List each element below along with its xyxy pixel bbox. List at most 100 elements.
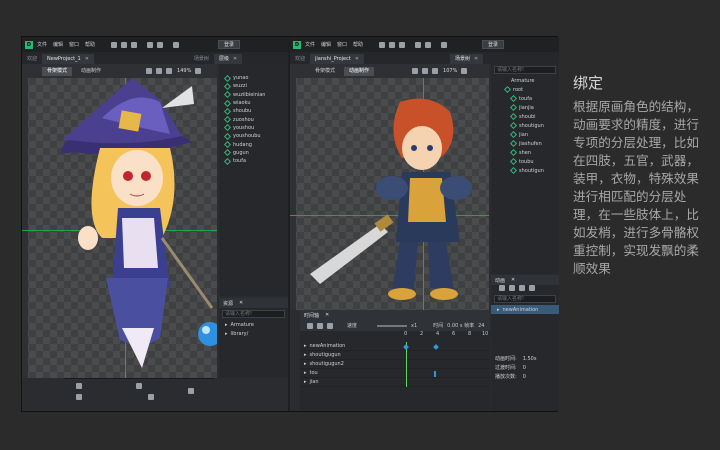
export-icon[interactable] bbox=[441, 41, 448, 48]
zoom-icon[interactable] bbox=[432, 68, 439, 74]
tree-item[interactable]: ▸ Armature bbox=[219, 320, 288, 329]
import-icon[interactable] bbox=[519, 285, 525, 291]
image-icon[interactable] bbox=[148, 394, 154, 400]
menu-edit[interactable]: 编辑 bbox=[53, 41, 63, 48]
search-input[interactable]: 请输入名称! bbox=[494, 295, 556, 303]
tab-welcome[interactable]: 欢迎 bbox=[290, 54, 310, 64]
menu-file[interactable]: 文件 bbox=[37, 41, 47, 48]
copy-icon[interactable] bbox=[509, 285, 515, 291]
property-value[interactable]: 0 bbox=[523, 365, 526, 371]
move-icon[interactable] bbox=[76, 383, 82, 389]
close-icon[interactable]: ✕ bbox=[511, 277, 515, 283]
save-icon[interactable] bbox=[131, 41, 138, 48]
fit-view-icon[interactable] bbox=[461, 68, 468, 74]
rotate-icon[interactable] bbox=[76, 394, 82, 400]
tab-newproject[interactable]: NewProject_1 ✕ bbox=[42, 54, 94, 64]
tab-scene-tree[interactable]: 场景树 ✕ bbox=[450, 54, 484, 64]
track-row[interactable]: ▸ jian bbox=[300, 378, 490, 387]
undo-icon[interactable] bbox=[147, 41, 154, 48]
expand-icon[interactable]: ▸ bbox=[304, 352, 307, 358]
fps-value[interactable]: 24 bbox=[478, 323, 484, 329]
tab-welcome[interactable]: 欢迎 bbox=[22, 54, 42, 64]
save-icon[interactable] bbox=[399, 41, 406, 48]
zoom-level[interactable]: 149% bbox=[177, 68, 191, 74]
track-row[interactable]: ▸ newAnimation bbox=[300, 342, 490, 351]
search-input[interactable]: 请输入名称! bbox=[222, 310, 285, 318]
track-row[interactable]: ▸ shoutigugun bbox=[300, 351, 490, 360]
zoom-level[interactable]: 107% bbox=[443, 68, 457, 74]
flag-icon[interactable] bbox=[136, 383, 142, 389]
expand-icon[interactable]: ▸ bbox=[304, 361, 307, 367]
menu-edit[interactable]: 编辑 bbox=[321, 41, 331, 48]
timeline-ruler[interactable]: 0 2 4 6 8 10 bbox=[300, 331, 490, 342]
tree-item[interactable]: shen bbox=[491, 148, 559, 157]
new-file-icon[interactable] bbox=[379, 41, 386, 48]
property-value[interactable]: 0 bbox=[523, 374, 526, 380]
next-frame-icon[interactable] bbox=[317, 322, 323, 329]
tree-item[interactable]: ▸ library/ bbox=[219, 329, 288, 338]
redo-icon[interactable] bbox=[157, 41, 164, 48]
list-item[interactable]: shoubu bbox=[219, 107, 288, 115]
list-item[interactable]: gugun bbox=[219, 149, 288, 157]
tree-item[interactable]: jian bbox=[491, 130, 559, 139]
keyframe-marker[interactable] bbox=[434, 371, 436, 377]
animate-mode-button[interactable]: 动画制作 bbox=[76, 67, 106, 76]
close-icon[interactable]: ✕ bbox=[239, 300, 243, 306]
close-icon[interactable]: ✕ bbox=[85, 56, 89, 62]
list-item[interactable]: wuzzi bbox=[219, 82, 288, 90]
tree-item[interactable]: shoubi bbox=[491, 112, 559, 121]
menu-file[interactable]: 文件 bbox=[305, 41, 315, 48]
cursor-icon[interactable] bbox=[146, 68, 153, 74]
list-item[interactable]: yunao bbox=[219, 74, 288, 82]
cursor-icon[interactable] bbox=[412, 68, 419, 74]
close-icon[interactable]: ✕ bbox=[325, 312, 329, 318]
expand-icon[interactable]: ▸ bbox=[304, 343, 307, 349]
hand-icon[interactable] bbox=[156, 68, 163, 74]
time-value[interactable]: 0.00 s 帧率 bbox=[447, 322, 474, 329]
expand-icon[interactable]: ▸ bbox=[304, 370, 307, 376]
undo-icon[interactable] bbox=[415, 41, 422, 48]
login-button[interactable]: 登录 bbox=[218, 40, 241, 49]
animation-item[interactable]: ▸ newAnimation bbox=[491, 305, 559, 314]
left-canvas[interactable] bbox=[22, 78, 217, 378]
tab-layers[interactable]: 层级 ✕ bbox=[213, 54, 243, 64]
tree-item[interactable]: toufa bbox=[491, 94, 559, 103]
tab-scene-tree[interactable]: 场景树 bbox=[189, 54, 214, 64]
list-item[interactable]: wuziibieinian bbox=[219, 91, 288, 99]
list-item[interactable]: toufa bbox=[219, 157, 288, 165]
delete-icon[interactable] bbox=[529, 285, 535, 291]
last-frame-icon[interactable] bbox=[327, 322, 333, 329]
tree-root[interactable]: Armature bbox=[491, 76, 559, 85]
tree-item[interactable]: root bbox=[491, 85, 559, 94]
expand-icon[interactable]: ▸ bbox=[304, 379, 307, 385]
login-button[interactable]: 登录 bbox=[482, 40, 505, 49]
animate-mode-button[interactable]: 动画制作 bbox=[344, 66, 375, 76]
list-item[interactable]: zuoshou bbox=[219, 115, 288, 124]
tree-item[interactable]: shoutigun bbox=[491, 166, 559, 175]
menu-help[interactable]: 帮助 bbox=[353, 41, 363, 48]
open-folder-icon[interactable] bbox=[389, 41, 396, 48]
open-folder-icon[interactable] bbox=[121, 41, 128, 48]
tab-jianshi-project[interactable]: jianshi_Project ✕ bbox=[310, 54, 364, 64]
list-item[interactable]: youshou bbox=[219, 124, 288, 132]
list-item[interactable]: hudang bbox=[219, 140, 288, 149]
export-icon[interactable] bbox=[173, 41, 180, 48]
close-icon[interactable]: ✕ bbox=[355, 56, 359, 62]
tree-item[interactable]: toubu bbox=[491, 157, 559, 166]
expand-icon[interactable]: ▸ bbox=[225, 322, 228, 328]
new-file-icon[interactable] bbox=[111, 41, 118, 48]
armature-mode-button[interactable]: 骨架模式 bbox=[310, 67, 340, 76]
add-icon[interactable] bbox=[499, 285, 505, 291]
list-item[interactable]: youshoubu bbox=[219, 132, 288, 140]
close-icon[interactable]: ✕ bbox=[233, 56, 237, 62]
tree-item[interactable]: shoutigun bbox=[491, 121, 559, 130]
fit-view-icon[interactable] bbox=[195, 68, 202, 74]
hand-icon[interactable] bbox=[422, 68, 429, 74]
close-icon[interactable]: ✕ bbox=[474, 56, 478, 62]
menu-window[interactable]: 窗口 bbox=[69, 41, 79, 48]
redo-icon[interactable] bbox=[425, 41, 432, 48]
speed-slider[interactable] bbox=[377, 324, 408, 327]
list-item[interactable]: wiaoku bbox=[219, 99, 288, 107]
track-row[interactable]: ▸ tou bbox=[300, 369, 490, 378]
property-value[interactable]: 1.50s bbox=[523, 356, 537, 362]
